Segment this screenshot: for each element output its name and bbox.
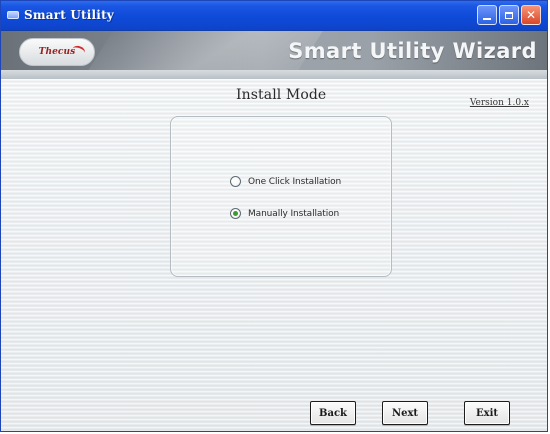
one-click-installation-option[interactable]: One Click Installation (230, 176, 341, 187)
logo: Thecus (19, 38, 95, 66)
title-bar[interactable]: Smart Utility ✕ (1, 1, 547, 31)
window-title: Smart Utility (24, 8, 114, 22)
radio-button-icon[interactable] (230, 208, 241, 219)
exit-button[interactable]: Exit (464, 401, 510, 425)
wizard-content: Install Mode Version 1.0.x One Click Ins… (1, 79, 547, 431)
page-title: Install Mode (236, 87, 327, 103)
selected-radio-dot (233, 211, 238, 216)
maximize-button[interactable] (499, 5, 519, 25)
one-click-installation-label: One Click Installation (248, 176, 342, 187)
window-controls: ✕ (477, 5, 541, 25)
app-icon (7, 11, 19, 19)
header-banner: Thecus Smart Utility Wizard (1, 31, 547, 79)
close-button[interactable]: ✕ (521, 5, 541, 25)
back-button[interactable]: Back (310, 401, 356, 425)
wizard-actions: Back Next Exit (1, 401, 547, 425)
minimize-button[interactable] (477, 5, 497, 25)
close-icon: ✕ (525, 8, 537, 22)
minimize-icon (483, 18, 491, 20)
manual-installation-label: Manually Installation (248, 208, 340, 219)
logo-text: Thecus (38, 47, 76, 57)
banner-title: Smart Utility Wizard (288, 39, 537, 63)
version-link[interactable]: Version 1.0.x (470, 98, 529, 108)
next-button[interactable]: Next (382, 401, 428, 425)
maximize-icon (505, 11, 513, 19)
radio-button-icon[interactable] (230, 176, 241, 187)
install-mode-panel: One Click Installation Manually Installa… (170, 116, 392, 277)
smart-utility-window: Smart Utility ✕ Thecus Smart Utility Wiz… (0, 0, 548, 432)
manual-installation-option[interactable]: Manually Installation (230, 208, 339, 219)
